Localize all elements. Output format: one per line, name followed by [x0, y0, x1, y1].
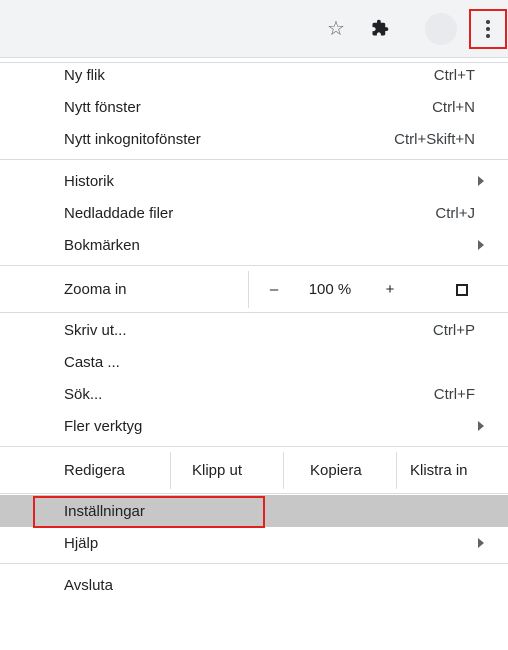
edit-row: Redigera Klipp ut Kopiera Klistra in: [0, 452, 508, 489]
menu-item-label: Nedladdade filer: [64, 204, 174, 222]
zoom-label: Zooma in: [64, 281, 127, 298]
menu-item-label: Casta ...: [64, 353, 120, 371]
menu-item-downloads[interactable]: Nedladdade filer Ctrl+J: [0, 197, 508, 229]
profile-avatar[interactable]: [425, 13, 457, 45]
edit-divider: [396, 452, 397, 489]
menu-item-shortcut: Ctrl+N: [432, 98, 475, 116]
menu-item-shortcut: Ctrl+T: [433, 66, 475, 84]
menu-item-shortcut: Ctrl+F: [433, 385, 475, 403]
puzzle-icon[interactable]: [368, 16, 392, 40]
menu-item-label: Bokmärken: [64, 236, 140, 254]
star-icon[interactable]: ☆: [324, 16, 348, 40]
submenu-arrow-icon: [478, 538, 484, 548]
zoom-divider: [248, 271, 249, 308]
menu-item-label: Fler verktyg: [64, 417, 143, 435]
menu-item-shortcut: Ctrl+J: [435, 204, 475, 222]
menu-item-new-incognito-window[interactable]: Nytt inkognitofönster Ctrl+Skift+N: [0, 123, 508, 155]
menu-item-label: Nytt inkognitofönster: [64, 130, 201, 148]
menu-item-new-tab[interactable]: Ny flik Ctrl+T: [0, 59, 508, 91]
fullscreen-button[interactable]: [450, 271, 474, 308]
three-dot-menu-button[interactable]: [469, 9, 507, 49]
divider: [0, 559, 508, 569]
menu-item-find[interactable]: Sök... Ctrl+F: [0, 378, 508, 410]
menu-item-label: Avsluta: [64, 576, 113, 594]
divider: [0, 442, 508, 452]
zoom-out-button[interactable]: –: [262, 271, 286, 308]
menu-item-label: Sök...: [64, 385, 103, 403]
menu-item-help[interactable]: Hjälp: [0, 527, 508, 559]
menu-item-settings[interactable]: Inställningar: [0, 495, 508, 528]
menu-item-label: Nytt fönster: [64, 98, 141, 116]
three-dot-menu-icon: [486, 20, 490, 38]
cut-button[interactable]: Klipp ut: [192, 452, 242, 489]
menu-item-more-tools[interactable]: Fler verktyg: [0, 410, 508, 442]
menu-item-bookmarks[interactable]: Bokmärken: [0, 229, 508, 261]
submenu-arrow-icon: [478, 176, 484, 186]
zoom-in-button[interactable]: +: [378, 271, 402, 308]
menu-item-label: Skriv ut...: [64, 321, 127, 339]
zoom-level: 100 %: [308, 281, 352, 298]
submenu-arrow-icon: [478, 240, 484, 250]
menu-item-label: Historik: [64, 172, 115, 190]
browser-toolbar: ☆: [0, 0, 508, 58]
menu-item-label: Ny flik: [64, 66, 105, 84]
menu-item-new-window[interactable]: Nytt fönster Ctrl+N: [0, 91, 508, 123]
fullscreen-icon: [456, 283, 468, 296]
chrome-menu: Ny flik Ctrl+T Nytt fönster Ctrl+N Nytt …: [0, 58, 508, 601]
divider: [0, 155, 508, 165]
menu-item-label: Hjälp: [64, 534, 99, 552]
edit-label: Redigera: [64, 462, 125, 479]
edit-divider: [283, 452, 284, 489]
copy-button[interactable]: Kopiera: [310, 452, 362, 489]
paste-button[interactable]: Klistra in: [410, 452, 468, 489]
submenu-arrow-icon: [478, 421, 484, 431]
menu-item-print[interactable]: Skriv ut... Ctrl+P: [0, 314, 508, 346]
edit-divider: [170, 452, 171, 489]
menu-item-shortcut: Ctrl+Skift+N: [394, 130, 475, 148]
menu-item-label: Inställningar: [64, 502, 145, 520]
divider: [0, 261, 508, 271]
menu-item-history[interactable]: Historik: [0, 165, 508, 197]
menu-item-exit[interactable]: Avsluta: [0, 569, 508, 601]
zoom-row: Zooma in – 100 % +: [0, 271, 508, 308]
menu-item-shortcut: Ctrl+P: [432, 321, 475, 339]
menu-item-cast[interactable]: Casta ...: [0, 346, 508, 378]
